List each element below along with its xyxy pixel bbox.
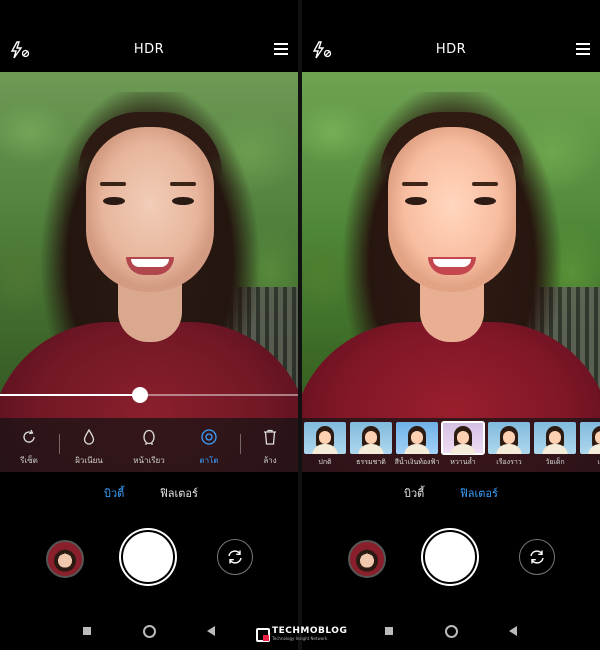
filter-label: หวานล้ำ (450, 458, 476, 466)
beauty-slim-face-button[interactable]: หน้าเรียว (120, 418, 178, 472)
switch-camera-icon (530, 550, 544, 564)
left-eye (405, 197, 427, 205)
mode-filter-tab[interactable]: ฟิลเตอร์ (160, 484, 198, 502)
filter-label: ธรรมชาติ (356, 458, 386, 466)
beauty-clear-button[interactable]: ล้าง (241, 418, 298, 472)
back-icon[interactable] (509, 626, 517, 636)
gallery-thumbnail[interactable] (348, 540, 386, 578)
filter-label: ปกติ (318, 458, 332, 466)
menu-icon[interactable] (274, 43, 288, 55)
filter-option[interactable]: ธรรมชาติ (350, 422, 392, 468)
filter-label: เรืองราว (496, 458, 522, 466)
filter-option[interactable]: เซ (580, 422, 600, 468)
back-icon[interactable] (207, 626, 215, 636)
right-eye (474, 197, 496, 205)
left-eyebrow (402, 182, 428, 186)
home-icon[interactable] (445, 625, 458, 638)
hdr-toggle[interactable]: HDR (0, 42, 298, 57)
camera-screen-filter: HDR ปกติ ธรรมชาติ สีน้ำเงินท้องฟ้า หวานล… (302, 0, 600, 650)
beauty-options-bar: รีเซ็ต ผิวเนียน หน้าเรียว ตาโต ล้าง (0, 418, 298, 472)
clear-label: ล้าง (263, 456, 277, 465)
switch-camera-icon (228, 550, 242, 564)
home-icon[interactable] (143, 625, 156, 638)
beauty-smooth-skin-button[interactable]: ผิวเนียน (60, 418, 118, 472)
filter-option[interactable]: วัยเด็ก (534, 422, 576, 468)
beauty-option-label: หน้าเรียว (133, 456, 165, 465)
right-eyebrow (472, 182, 498, 186)
right-eyebrow (170, 182, 196, 186)
switch-camera-button[interactable] (217, 539, 253, 575)
left-eyebrow (100, 182, 126, 186)
mode-selector: บิวตี้ ฟิลเตอร์ (302, 484, 600, 502)
beauty-big-eyes-button[interactable]: ตาโต (180, 418, 238, 472)
filter-thumbnail (534, 422, 576, 454)
system-nav-bar (0, 622, 298, 642)
slider-track-rest (140, 394, 298, 396)
watermark-brand: TECHMOBLOG (272, 626, 348, 636)
beauty-option-label: ตาโต (199, 456, 219, 465)
mode-beauty-tab[interactable]: บิวตี้ (404, 484, 424, 502)
filter-thumbnail (488, 422, 530, 454)
slider-fill (0, 394, 140, 396)
camera-screen-beauty: HDR รีเซ็ต ผิวเนียน หน้าเรียว ตาโต ล้าง … (0, 0, 298, 650)
beauty-reset-button[interactable]: รีเซ็ต (0, 418, 58, 472)
capture-controls (0, 530, 298, 590)
filter-option-selected[interactable]: หวานล้ำ (441, 421, 485, 468)
techmoblog-watermark: TECHMOBLOG Technology Insight Network (256, 626, 351, 642)
drop-icon (83, 428, 95, 445)
camera-viewfinder[interactable]: ปกติ ธรรมชาติ สีน้ำเงินท้องฟ้า หวานล้ำ เ… (302, 72, 600, 472)
shutter-button[interactable] (123, 532, 173, 582)
filter-thumbnail (304, 422, 346, 454)
filter-label: เซ (597, 458, 600, 466)
filter-thumbnail (441, 421, 485, 455)
mode-filter-tab[interactable]: ฟิลเตอร์ (460, 484, 498, 502)
menu-icon[interactable] (576, 43, 590, 55)
beauty-option-label: รีเซ็ต (20, 456, 38, 465)
top-bar: HDR (302, 0, 600, 72)
beauty-option-label: ผิวเนียน (75, 456, 103, 465)
filter-thumbnail (580, 422, 600, 454)
mode-selector: บิวตี้ ฟิลเตอร์ (0, 484, 298, 502)
filter-label: วัยเด็ก (545, 458, 565, 466)
filter-label: สีน้ำเงินท้องฟ้า (394, 458, 440, 466)
watermark-tagline: Technology Insight Network (272, 636, 328, 641)
shutter-button[interactable] (425, 532, 475, 582)
camera-viewfinder[interactable]: รีเซ็ต ผิวเนียน หน้าเรียว ตาโต ล้าง (0, 72, 298, 472)
gallery-thumbnail[interactable] (46, 540, 84, 578)
trash-icon (264, 429, 276, 445)
top-bar: HDR (0, 0, 298, 72)
filter-thumbnail (350, 422, 392, 454)
filter-thumbnail (396, 422, 438, 454)
eye-enlarge-icon (201, 429, 217, 445)
beauty-intensity-slider[interactable] (0, 387, 298, 403)
slider-handle[interactable] (132, 387, 148, 403)
filter-option[interactable]: สีน้ำเงินท้องฟ้า (395, 422, 439, 468)
recents-icon[interactable] (385, 627, 393, 635)
switch-camera-button[interactable] (519, 539, 555, 575)
right-eye (172, 197, 194, 205)
filter-option[interactable]: เรืองราว (488, 422, 530, 468)
reset-icon (23, 429, 35, 443)
hdr-toggle[interactable]: HDR (302, 42, 600, 57)
filter-strip: ปกติ ธรรมชาติ สีน้ำเงินท้องฟ้า หวานล้ำ เ… (302, 418, 600, 472)
mode-beauty-tab[interactable]: บิวตี้ (104, 484, 124, 502)
face-slim-icon (143, 429, 155, 445)
recents-icon[interactable] (83, 627, 91, 635)
capture-controls (302, 530, 600, 590)
left-eye (103, 197, 125, 205)
filter-option[interactable]: ปกติ (304, 422, 346, 468)
techmoblog-logo (256, 628, 270, 642)
